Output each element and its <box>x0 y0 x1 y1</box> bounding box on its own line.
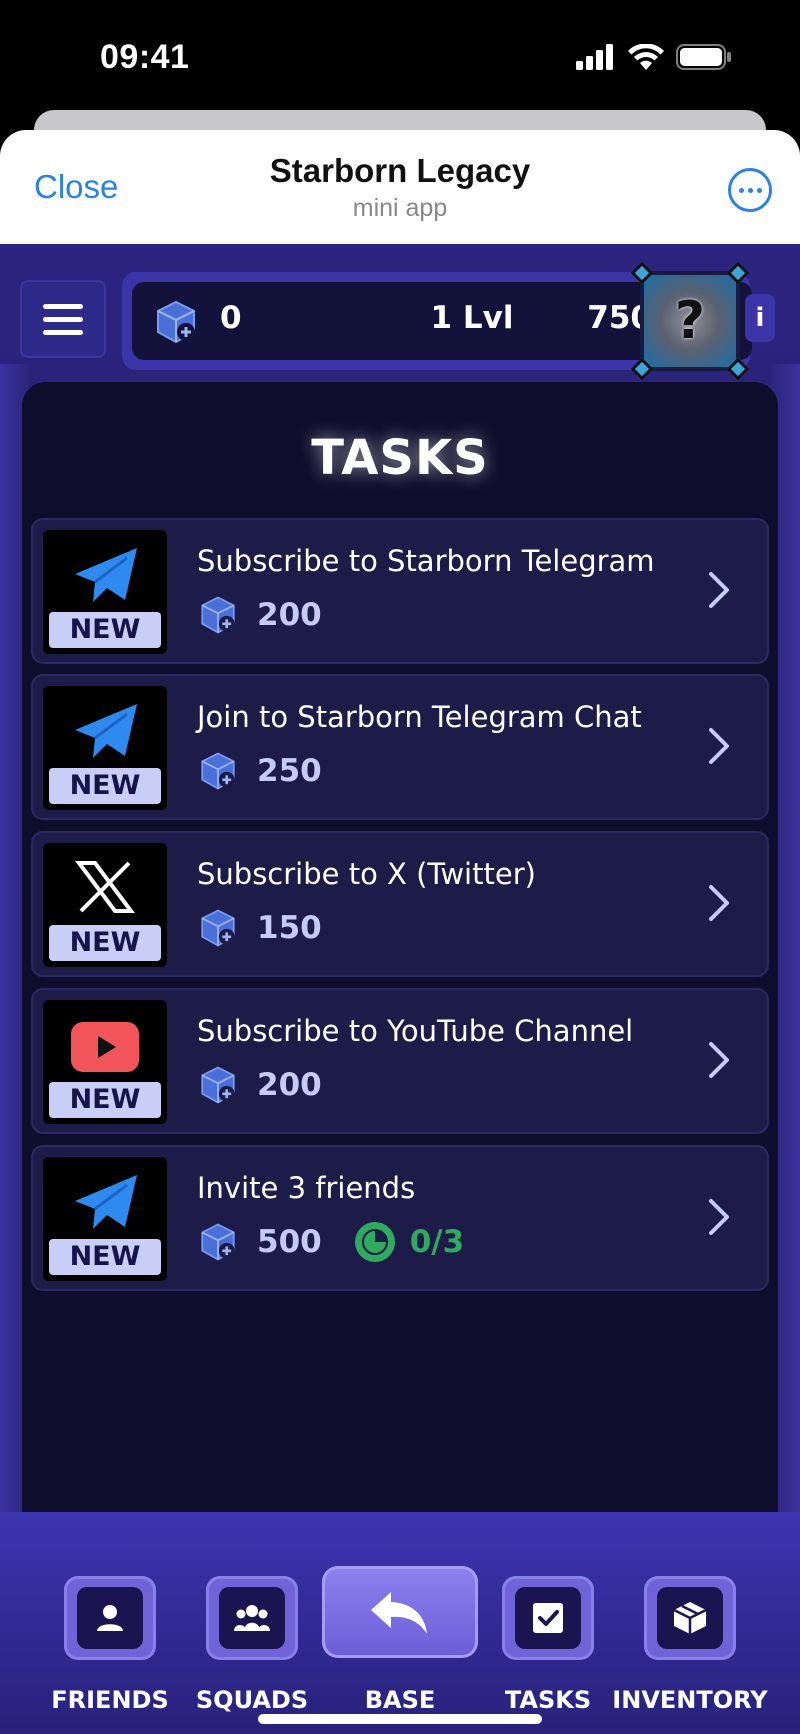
progress-value: 0/3 <box>409 1224 465 1260</box>
reward-value: 250 <box>257 753 322 789</box>
chevron-right-icon <box>709 728 729 764</box>
avatar-placeholder-text: ? <box>674 291 706 351</box>
menu-button[interactable] <box>20 280 106 358</box>
nav-inventory-label: INVENTORY <box>612 1686 768 1714</box>
nav-friends-label: FRIENDS <box>51 1686 169 1714</box>
task-title: Join to Starborn Telegram Chat <box>197 700 642 734</box>
x-icon <box>75 861 135 913</box>
status-time: 09:41 <box>100 38 190 76</box>
new-badge: NEW <box>49 1239 161 1275</box>
youtube-icon <box>71 1022 139 1072</box>
tasks-heading: TASKS <box>311 430 489 486</box>
new-badge: NEW <box>49 768 161 804</box>
cube-currency-icon <box>201 909 235 947</box>
game-app: 0 1 Lvl 750 ? i TASKS NEW Subscribe to S… <box>0 244 800 1734</box>
task-reward: 200 <box>197 594 322 636</box>
task-reward: 250 <box>197 750 322 792</box>
cube-currency-icon <box>201 596 235 634</box>
reward-value: 200 <box>257 1067 322 1103</box>
task-item[interactable]: NEW Subscribe to X (Twitter) 150 <box>31 831 769 977</box>
new-badge: NEW <box>49 612 161 648</box>
back-arrow-icon <box>371 1592 427 1634</box>
new-badge: NEW <box>49 1082 161 1118</box>
hamburger-icon <box>43 303 83 309</box>
task-item[interactable]: NEW Invite 3 friends 500 0/3 <box>31 1145 769 1291</box>
box-icon <box>673 1602 707 1634</box>
app-title: Starborn Legacy <box>269 152 531 189</box>
level-value: 1 Lvl <box>430 300 514 336</box>
app-subtitle: mini app <box>352 194 448 222</box>
nav-inventory-button[interactable] <box>644 1576 736 1660</box>
cube-currency-icon <box>201 752 235 790</box>
task-title: Invite 3 friends <box>197 1171 416 1205</box>
group-icon <box>234 1605 270 1631</box>
chevron-right-icon <box>709 1199 729 1235</box>
task-reward: 150 <box>197 907 322 949</box>
telegram-icon <box>75 704 137 758</box>
telegram-icon <box>75 548 137 602</box>
status-icons <box>576 44 732 70</box>
task-thumbnail: NEW <box>43 843 167 967</box>
cellular-signal-icon <box>576 44 613 70</box>
nav-friends-button[interactable] <box>64 1576 156 1660</box>
more-dots-icon <box>738 187 744 193</box>
cube-currency-icon <box>201 1223 235 1261</box>
nav-base-label: BASE <box>364 1686 436 1714</box>
task-thumbnail: NEW <box>43 530 167 654</box>
nav-squads-label: SQUADS <box>195 1686 309 1714</box>
task-item[interactable]: NEW Subscribe to YouTube Channel 200 <box>31 988 769 1134</box>
chevron-right-icon <box>709 1042 729 1078</box>
chevron-right-icon <box>709 572 729 608</box>
new-badge: NEW <box>49 925 161 961</box>
nav-tasks-button[interactable] <box>502 1576 594 1660</box>
telegram-icon <box>75 1175 137 1229</box>
task-item[interactable]: NEW Subscribe to Starborn Telegram 200 <box>31 518 769 664</box>
task-thumbnail: NEW <box>43 1000 167 1124</box>
invite-progress: 0/3 <box>354 1221 464 1263</box>
info-button[interactable]: i <box>745 294 775 342</box>
task-title: Subscribe to YouTube Channel <box>197 1014 634 1048</box>
avatar[interactable]: ? <box>630 261 750 381</box>
reward-value: 150 <box>257 910 322 946</box>
reward-value: 200 <box>257 597 322 633</box>
nav-squads-button[interactable] <box>206 1576 298 1660</box>
reward-value: 500 <box>257 1224 322 1260</box>
nav-base-button[interactable] <box>322 1566 478 1658</box>
more-options-button[interactable] <box>728 168 772 212</box>
battery-icon <box>676 44 731 70</box>
status-bar: 09:41 <box>0 0 800 112</box>
checklist-icon <box>533 1603 563 1633</box>
task-reward: 500 0/3 <box>197 1221 464 1263</box>
cube-currency-icon <box>201 1066 235 1104</box>
progress-pie-icon <box>354 1222 395 1262</box>
nav-tasks-label: TASKS <box>504 1686 592 1714</box>
task-thumbnail: NEW <box>43 1157 167 1281</box>
task-title: Subscribe to X (Twitter) <box>197 857 536 891</box>
telegram-header: Close Starborn Legacy mini app <box>0 130 800 244</box>
task-reward: 200 <box>197 1064 322 1106</box>
home-indicator[interactable] <box>258 1714 542 1724</box>
chevron-right-icon <box>709 885 729 921</box>
wifi-icon <box>628 44 664 70</box>
task-title: Subscribe to Starborn Telegram <box>197 544 655 578</box>
cube-currency-icon <box>157 300 195 344</box>
user-icon <box>97 1605 123 1631</box>
points-value: 0 <box>220 300 242 336</box>
task-item[interactable]: NEW Join to Starborn Telegram Chat 250 <box>31 674 769 820</box>
task-thumbnail: NEW <box>43 686 167 810</box>
